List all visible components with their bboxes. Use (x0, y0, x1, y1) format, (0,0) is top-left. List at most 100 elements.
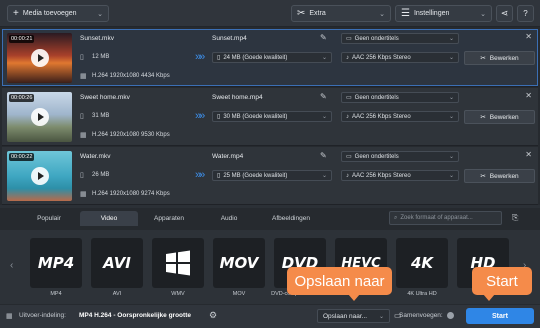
audio-select[interactable]: ♪ AAC 256 Kbps Stereo ⌄ (341, 170, 459, 181)
video-thumbnail[interactable]: 00:00:22 (7, 151, 72, 201)
format-label: 4K Ultra HD (407, 291, 437, 297)
output-size-select[interactable]: ▯ 30 MB (Goede kwaliteit) ⌄ (212, 111, 332, 122)
close-icon[interactable]: ✕ (525, 91, 532, 100)
merge-toggle[interactable] (447, 312, 454, 319)
format-4k[interactable]: 4K (396, 238, 448, 288)
convert-arrow-icon: »» (195, 110, 205, 122)
output-size-label: 25 MB (Goede kwaliteit) (223, 172, 288, 179)
audio-icon: ♪ (346, 113, 349, 120)
subtitles-select[interactable]: ▭ Geen ondertitels ⌄ (341, 92, 459, 103)
search-icon: ⌕ (394, 214, 398, 221)
subtitles-label: Geen ondertitels (354, 94, 399, 101)
file-icon: ▯ (80, 54, 84, 61)
edit-label: Bewerken (489, 172, 519, 180)
convert-arrow-icon: »» (195, 51, 205, 63)
merge-label: Samenvoegen: (399, 312, 443, 319)
play-icon[interactable] (31, 49, 49, 67)
chevron-left-icon[interactable]: ‹ (10, 260, 13, 271)
duration-label: 00:00:21 (9, 35, 35, 43)
save-to-select[interactable]: Opslaan naar... ⌄ (317, 309, 390, 323)
mov-logo: MOV (219, 254, 259, 272)
chevron-down-icon: ⌄ (448, 95, 454, 101)
output-filename[interactable]: Sweet home.mp4 (212, 94, 263, 101)
file-row[interactable]: 00:00:21 Sunset.mkv ▯ 12 MB ▦ H.264 1920… (2, 29, 538, 87)
source-size: 31 MB (92, 113, 110, 119)
edit-label: Bewerken (489, 54, 519, 62)
format-avi[interactable]: AVI (91, 238, 143, 288)
edit-button[interactable]: ✂ Bewerken (464, 169, 535, 183)
output-size-label: 24 MB (Goede kwaliteit) (223, 54, 288, 61)
subtitles-select[interactable]: ▭ Geen ondertitels ⌄ (341, 151, 459, 162)
bottom-bar: ▦ Uitvoer-indeling: MP4 H.264 - Oorspron… (0, 305, 540, 328)
plus-icon: + (13, 8, 19, 19)
export-icon[interactable]: ⎘ (512, 213, 518, 223)
format-wmv[interactable] (152, 238, 204, 288)
rename-pencil-icon[interactable]: ✎ (320, 33, 327, 42)
gear-icon[interactable]: ⚙ (209, 310, 217, 321)
output-size-select[interactable]: ▯ 25 MB (Goede kwaliteit) ⌄ (212, 170, 332, 181)
audio-label: AAC 256 Kbps Stereo (352, 113, 411, 120)
add-media-button[interactable]: + Media toevoegen ⌄ (7, 5, 109, 22)
tab-audio[interactable]: Audio (200, 211, 258, 226)
edit-button[interactable]: ✂ Bewerken (464, 110, 535, 124)
output-filename[interactable]: Sunset.mp4 (212, 35, 247, 42)
audio-icon: ♪ (346, 54, 349, 61)
source-filename: Sweet home.mkv (80, 94, 130, 101)
format-mp4[interactable]: MP4 (30, 238, 82, 288)
close-icon[interactable]: ✕ (525, 32, 532, 41)
output-filename[interactable]: Water.mp4 (212, 153, 243, 160)
subtitles-label: Geen ondertitels (354, 35, 399, 42)
start-button[interactable]: Start (466, 308, 534, 324)
play-icon[interactable] (31, 108, 49, 126)
format-mov[interactable]: MOV (213, 238, 265, 288)
share-button[interactable]: ⋖ (496, 5, 513, 22)
save-to-label: Opslaan naar... (323, 312, 368, 320)
rename-pencil-icon[interactable]: ✎ (320, 92, 327, 101)
4k-logo: 4K (410, 254, 434, 272)
search-placeholder: Zoek formaat of apparaat... (400, 215, 473, 221)
edit-tools-icon: ✂ (480, 173, 486, 180)
tab-afbeeldingen[interactable]: Afbeeldingen (262, 211, 320, 226)
edit-tools-icon: ✂ (480, 55, 486, 62)
audio-select[interactable]: ♪ AAC 256 Kbps Stereo ⌄ (341, 111, 459, 122)
chevron-down-icon: ⌄ (448, 154, 454, 160)
start-label: Start (492, 312, 508, 320)
help-button[interactable]: ? (517, 5, 534, 22)
source-size: 26 MB (92, 172, 110, 178)
edit-tools-icon: ✂ (480, 114, 486, 121)
settings-button[interactable]: ☰ Instellingen ⌄ (395, 5, 492, 22)
audio-select[interactable]: ♪ AAC 256 Kbps Stereo ⌄ (341, 52, 459, 63)
tab-video[interactable]: Video (80, 211, 138, 226)
video-format-icon: ▦ (6, 313, 13, 320)
save-to-callout: Opslaan naar (287, 267, 392, 295)
chevron-down-icon: ⌄ (378, 313, 384, 320)
source-filename: Water.mkv (80, 153, 111, 160)
format-label: AVI (112, 291, 122, 297)
mp4-logo: MP4 (37, 254, 75, 272)
play-icon[interactable] (31, 167, 49, 185)
file-row[interactable]: 00:00:26 Sweet home.mkv ▯ 31 MB ▦ H.264 … (2, 88, 538, 146)
tab-populair[interactable]: Populair (20, 211, 78, 226)
output-format-value[interactable]: MP4 H.264 - Oorspronkelijke grootte (79, 312, 191, 319)
extra-button[interactable]: ✂ Extra ⌄ (291, 5, 391, 22)
close-icon[interactable]: ✕ (525, 150, 532, 159)
format-grid: ‹ MP4 MP4 AVI AVI WMV MOV MOV DVD DVD-co… (0, 230, 540, 304)
tab-apparaten[interactable]: Apparaten (140, 211, 198, 226)
add-media-label: Media toevoegen (22, 10, 77, 17)
audio-label: AAC 256 Kbps Stereo (352, 172, 411, 179)
chevron-down-icon: ⌄ (321, 114, 327, 120)
format-search-input[interactable]: ⌕ Zoek formaat of apparaat... (389, 211, 502, 225)
duration-label: 00:00:26 (9, 94, 35, 102)
chevron-down-icon: ⌄ (448, 173, 454, 179)
file-row[interactable]: 00:00:22 Water.mkv ▯ 26 MB ▦ H.264 1920x… (2, 147, 538, 205)
subtitles-select[interactable]: ▭ Geen ondertitels ⌄ (341, 33, 459, 44)
top-toolbar: + Media toevoegen ⌄ ✂ Extra ⌄ ☰ Instelli… (0, 0, 540, 27)
output-size-select[interactable]: ▯ 24 MB (Goede kwaliteit) ⌄ (212, 52, 332, 63)
chevron-down-icon: ⌄ (448, 36, 454, 42)
video-thumbnail[interactable]: 00:00:26 (7, 92, 72, 142)
rename-pencil-icon[interactable]: ✎ (320, 151, 327, 160)
edit-label: Bewerken (489, 113, 519, 121)
video-thumbnail[interactable]: 00:00:21 (7, 33, 72, 83)
tools-icon: ✂ (297, 8, 306, 19)
edit-button[interactable]: ✂ Bewerken (464, 51, 535, 65)
